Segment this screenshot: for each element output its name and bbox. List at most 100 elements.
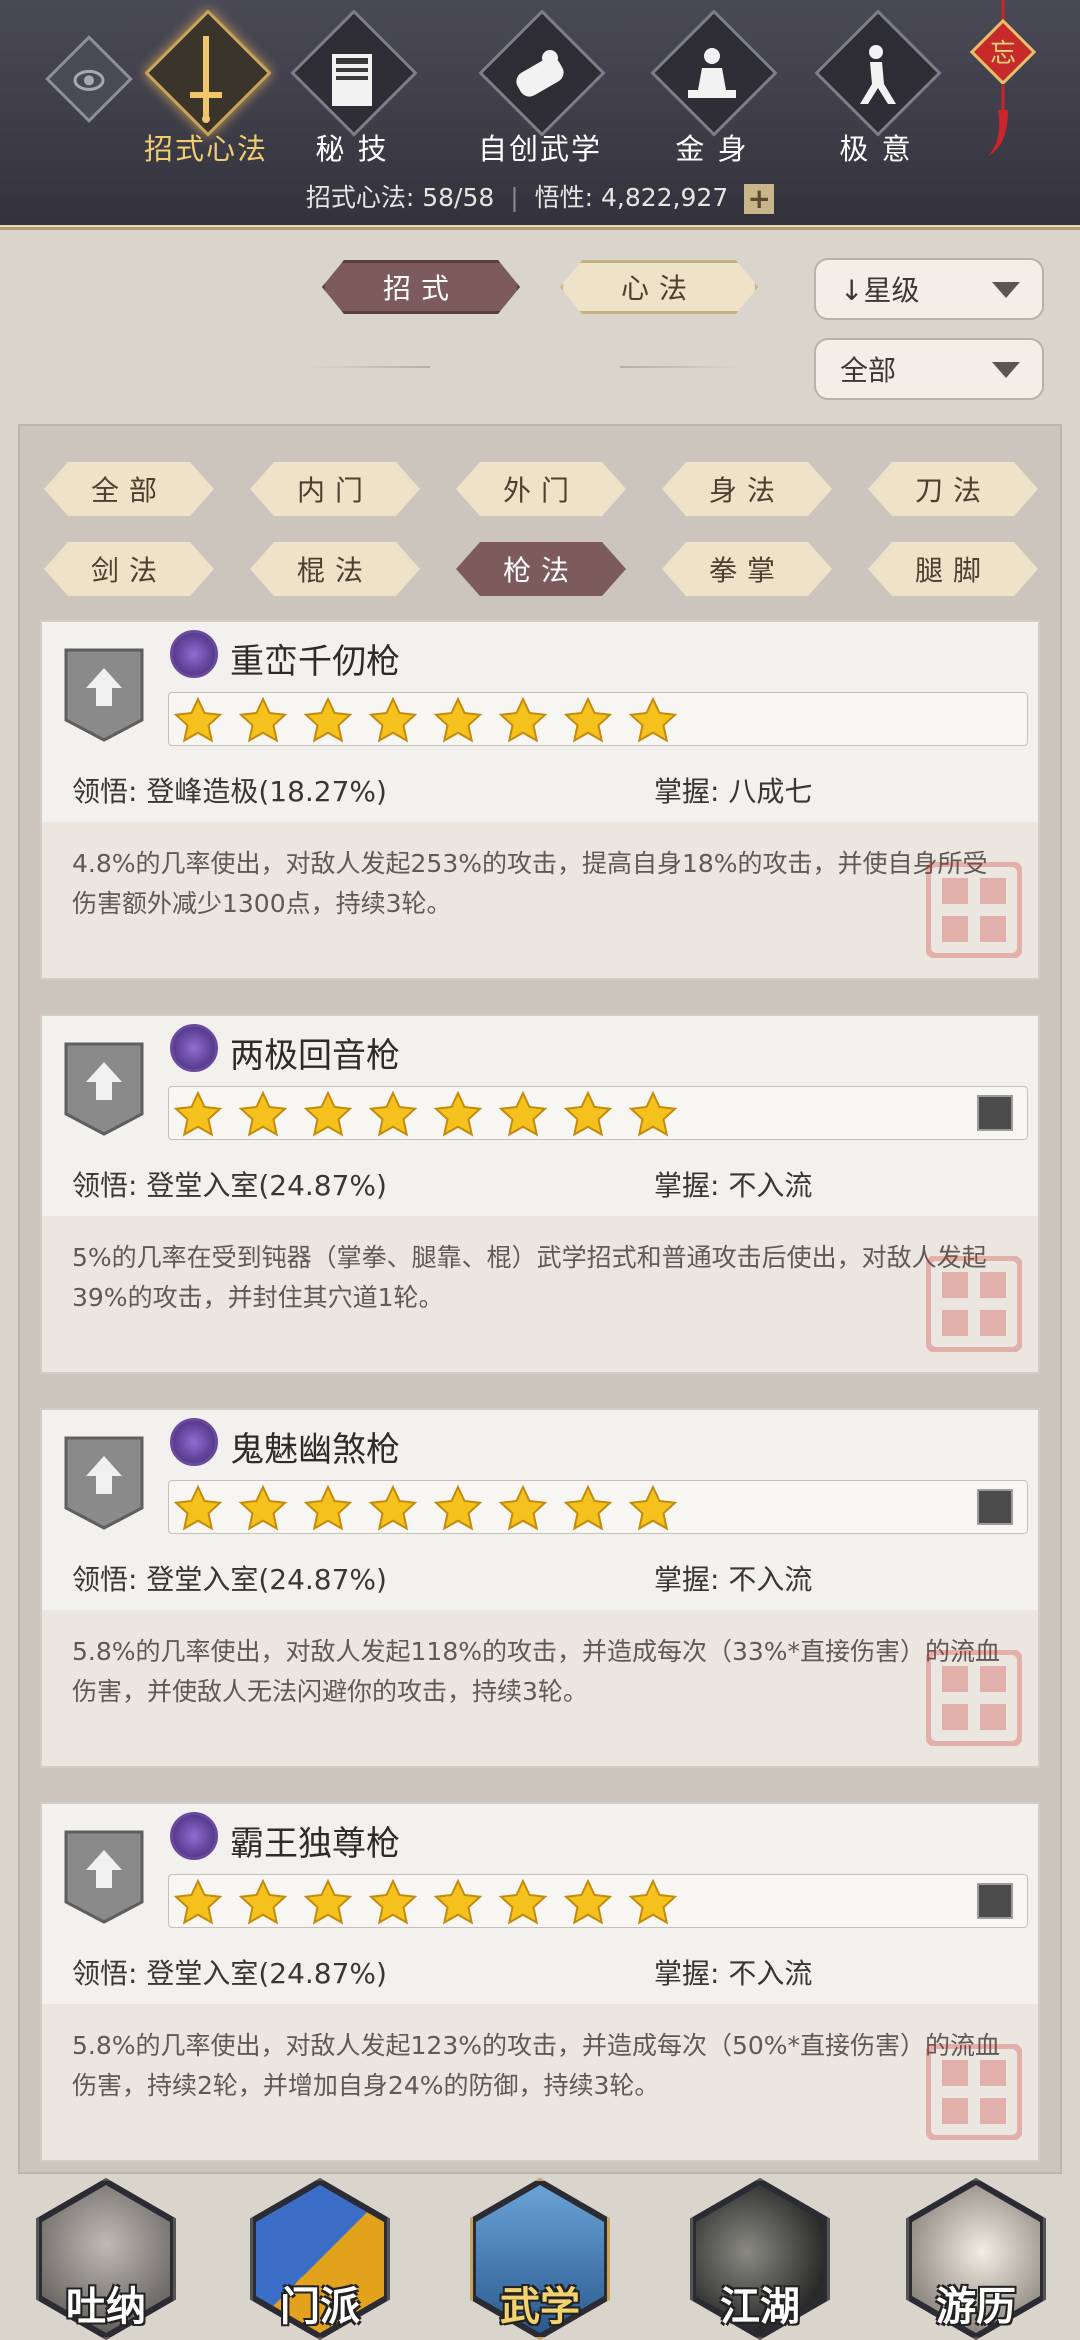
tab-self-created[interactable]: 自创武学 bbox=[460, 9, 620, 182]
star-icon bbox=[368, 1878, 433, 1929]
comprehension-value: 登堂入室(24.87%) bbox=[146, 1169, 387, 1202]
nav-travel[interactable]: 游历 bbox=[906, 2178, 1046, 2340]
sort-dropdown[interactable]: ↓星级 bbox=[814, 258, 1044, 320]
star-icon bbox=[433, 1484, 498, 1535]
comprehension-label: 领悟: bbox=[72, 1563, 138, 1596]
tab-moves[interactable]: 招式 bbox=[322, 260, 520, 314]
moves-count-value: 58/58 bbox=[422, 183, 495, 212]
star-icon bbox=[238, 696, 303, 747]
star-icon bbox=[173, 1878, 238, 1929]
mastery-value: 八成七 bbox=[728, 775, 813, 808]
upgrade-shield-icon[interactable] bbox=[62, 646, 146, 742]
mastery-value: 不入流 bbox=[728, 1169, 813, 1202]
charm-ornament[interactable]: 忘 bbox=[958, 0, 1048, 160]
star-icon bbox=[303, 1090, 368, 1141]
category-all[interactable]: 全部 bbox=[44, 462, 214, 516]
star-icon bbox=[368, 1484, 433, 1535]
category-leg[interactable]: 腿脚 bbox=[868, 542, 1038, 596]
mastery-label: 掌握: bbox=[654, 775, 720, 808]
category-spear[interactable]: 枪法 bbox=[456, 542, 626, 596]
star-icon bbox=[173, 1090, 238, 1141]
eye-icon bbox=[73, 69, 105, 91]
nav-sect[interactable]: 门派 bbox=[250, 2178, 390, 2340]
upgrade-shield-icon[interactable] bbox=[62, 1828, 146, 1924]
nav-jianghu[interactable]: 江湖 bbox=[690, 2178, 830, 2340]
comprehension-row: 领悟: 登堂入室(24.87%) bbox=[72, 1164, 387, 1204]
seal-stamp-icon bbox=[926, 1650, 1022, 1746]
upgrade-shield-icon[interactable] bbox=[62, 1434, 146, 1530]
skill-card[interactable]: 两极回音枪 领悟: 登堂入室(24.87%) 掌握: 不入流 5%的几率在受到钝… bbox=[40, 1014, 1040, 1374]
tab-golden-body[interactable]: 金 身 bbox=[632, 9, 792, 182]
category-sword[interactable]: 剑法 bbox=[44, 542, 214, 596]
sort-dropdown-value: ↓星级 bbox=[840, 274, 920, 307]
star-icon bbox=[238, 1484, 303, 1535]
mastery-label: 掌握: bbox=[654, 1563, 720, 1596]
category-movement[interactable]: 身法 bbox=[662, 462, 832, 516]
tab-methods[interactable]: 心法 bbox=[560, 260, 758, 314]
category-staff[interactable]: 棍法 bbox=[250, 542, 420, 596]
star-icon bbox=[173, 696, 238, 747]
category-blade[interactable]: 刀法 bbox=[868, 462, 1038, 516]
category-outer[interactable]: 外门 bbox=[456, 462, 626, 516]
equipped-badge-icon[interactable] bbox=[977, 1489, 1013, 1525]
star-icon bbox=[433, 1090, 498, 1141]
add-insight-button[interactable]: + bbox=[744, 184, 775, 214]
spear-skill-icon bbox=[170, 1024, 218, 1072]
tab-ultimate[interactable]: 极 意 bbox=[796, 9, 956, 182]
seal-stamp-icon bbox=[926, 2044, 1022, 2140]
scroll-icon bbox=[516, 50, 564, 97]
category-fist[interactable]: 拳掌 bbox=[662, 542, 832, 596]
star-icon bbox=[628, 1090, 693, 1141]
tab-moves-methods[interactable]: 招式心法 bbox=[126, 9, 286, 182]
nav-label: 江湖 bbox=[720, 2284, 800, 2330]
spear-skill-icon bbox=[170, 1812, 218, 1860]
nav-martial-arts[interactable]: 武学 bbox=[470, 2178, 610, 2340]
star-icon bbox=[563, 1878, 628, 1929]
spear-skill-icon bbox=[170, 630, 218, 678]
nav-label: 门派 bbox=[280, 2284, 360, 2330]
skill-name: 两极回音枪 bbox=[230, 1036, 400, 1076]
tab-label: 招式心法 bbox=[143, 132, 268, 166]
skill-card[interactable]: 重峦千仞枪 领悟: 登峰造极(18.27%) 掌握: 八成七 4.8%的几率使出… bbox=[40, 620, 1040, 980]
category-inner[interactable]: 内门 bbox=[250, 462, 420, 516]
skill-description: 4.8%的几率使出，对敌人发起253%的攻击，提高自身18%的攻击，并使自身所受… bbox=[42, 822, 1038, 978]
mastery-row: 掌握: 八成七 bbox=[654, 770, 812, 810]
star-icon bbox=[303, 696, 368, 747]
skill-card[interactable]: 霸王独尊枪 领悟: 登堂入室(24.87%) 掌握: 不入流 5.8%的几率使出… bbox=[40, 1802, 1040, 2162]
star-icon bbox=[563, 1484, 628, 1535]
star-icon bbox=[368, 1090, 433, 1141]
nav-breathing[interactable]: 吐纳 bbox=[36, 2178, 176, 2340]
tab-label: 极 意 bbox=[839, 132, 913, 166]
equipped-badge-icon[interactable] bbox=[977, 1883, 1013, 1919]
charm-text: 忘 bbox=[990, 39, 1016, 69]
star-icon bbox=[498, 1090, 563, 1141]
tab-label: 自创武学 bbox=[477, 132, 602, 166]
mastery-label: 掌握: bbox=[654, 1957, 720, 1990]
mastery-row: 掌握: 不入流 bbox=[654, 1164, 812, 1204]
skill-card[interactable]: 鬼魅幽煞枪 领悟: 登堂入室(24.87%) 掌握: 不入流 5.8%的几率使出… bbox=[40, 1408, 1040, 1768]
eye-toggle-button[interactable] bbox=[45, 35, 133, 123]
insight-label: 悟性: bbox=[534, 183, 594, 212]
book-icon bbox=[332, 54, 372, 106]
nav-label: 游历 bbox=[936, 2284, 1016, 2330]
upgrade-shield-icon[interactable] bbox=[62, 1040, 146, 1136]
comprehension-value: 登堂入室(24.87%) bbox=[146, 1957, 387, 1990]
comprehension-value: 登堂入室(24.87%) bbox=[146, 1563, 387, 1596]
comprehension-label: 领悟: bbox=[72, 775, 138, 808]
mastery-row: 掌握: 不入流 bbox=[654, 1558, 812, 1598]
star-icon bbox=[368, 696, 433, 747]
mastery-value: 不入流 bbox=[728, 1563, 813, 1596]
knot-charm-icon: 忘 bbox=[969, 0, 1037, 156]
martial-pose-icon bbox=[860, 45, 896, 104]
tab-label: 金 身 bbox=[675, 132, 749, 166]
divider bbox=[310, 366, 430, 368]
comprehension-value: 登峰造极(18.27%) bbox=[146, 775, 387, 808]
star-icon bbox=[238, 1878, 303, 1929]
comprehension-label: 领悟: bbox=[72, 1169, 138, 1202]
star-icon bbox=[498, 1484, 563, 1535]
tab-secret-skills[interactable]: 秘 技 bbox=[272, 9, 432, 182]
equipped-badge-icon[interactable] bbox=[977, 1095, 1013, 1131]
bottom-navigation: 吐纳 门派 武学 江湖 游历 bbox=[0, 2160, 1080, 2340]
range-dropdown[interactable]: 全部 bbox=[814, 338, 1044, 400]
star-icon bbox=[628, 1878, 693, 1929]
